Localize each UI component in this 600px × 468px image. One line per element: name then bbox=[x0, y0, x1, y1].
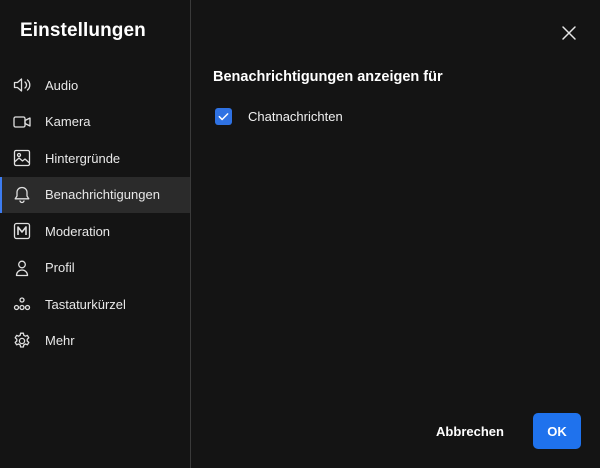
ok-button[interactable]: OK bbox=[533, 413, 581, 449]
sidebar-item-benachrichtigungen[interactable]: Benachrichtigungen bbox=[0, 176, 190, 213]
moderation-icon bbox=[12, 221, 32, 241]
sidebar-item-label: Tastaturkürzel bbox=[45, 296, 126, 312]
sidebar: Einstellungen Audio Kamera Hintergründe … bbox=[0, 0, 191, 468]
sidebar-item-mehr[interactable]: Mehr bbox=[0, 323, 190, 360]
close-icon bbox=[562, 26, 576, 40]
sidebar-item-label: Hintergründe bbox=[45, 150, 121, 166]
section-title: Benachrichtigungen anzeigen für bbox=[213, 69, 443, 85]
sidebar-item-label: Mehr bbox=[45, 333, 75, 349]
option-chatnachrichten[interactable]: Chatnachrichten bbox=[215, 106, 343, 126]
sidebar-item-label: Kamera bbox=[45, 114, 91, 130]
camera-icon bbox=[12, 112, 32, 132]
sidebar-item-tastaturkuerzel[interactable]: Tastaturkürzel bbox=[0, 286, 190, 323]
sidebar-item-label: Moderation bbox=[45, 223, 111, 239]
shortcuts-icon bbox=[12, 294, 32, 314]
sidebar-item-label: Profil bbox=[45, 260, 75, 276]
cancel-button[interactable]: Abbrechen bbox=[424, 414, 516, 448]
sidebar-item-audio[interactable]: Audio bbox=[0, 67, 190, 104]
checkbox-label: Chatnachrichten bbox=[248, 108, 343, 124]
sidebar-item-label: Audio bbox=[45, 77, 79, 93]
person-icon bbox=[12, 258, 32, 278]
sidebar-item-kamera[interactable]: Kamera bbox=[0, 104, 190, 141]
sidebar-nav: Audio Kamera Hintergründe Benachrichtigu… bbox=[0, 67, 190, 359]
chatnachrichten-checkbox[interactable] bbox=[215, 107, 232, 125]
settings-dialog: Einstellungen Audio Kamera Hintergründe … bbox=[0, 0, 600, 468]
close-button[interactable] bbox=[558, 22, 580, 44]
bell-icon bbox=[12, 185, 32, 205]
gear-icon bbox=[12, 331, 32, 351]
speaker-icon bbox=[12, 75, 32, 95]
sidebar-item-label: Benachrichtigungen bbox=[45, 187, 160, 203]
checkmark-icon bbox=[218, 112, 229, 120]
sidebar-item-moderation[interactable]: Moderation bbox=[0, 213, 190, 250]
dialog-title: Einstellungen bbox=[20, 20, 146, 41]
sidebar-item-hintergruende[interactable]: Hintergründe bbox=[0, 140, 190, 177]
sidebar-item-profil[interactable]: Profil bbox=[0, 250, 190, 287]
image-icon bbox=[12, 148, 32, 168]
